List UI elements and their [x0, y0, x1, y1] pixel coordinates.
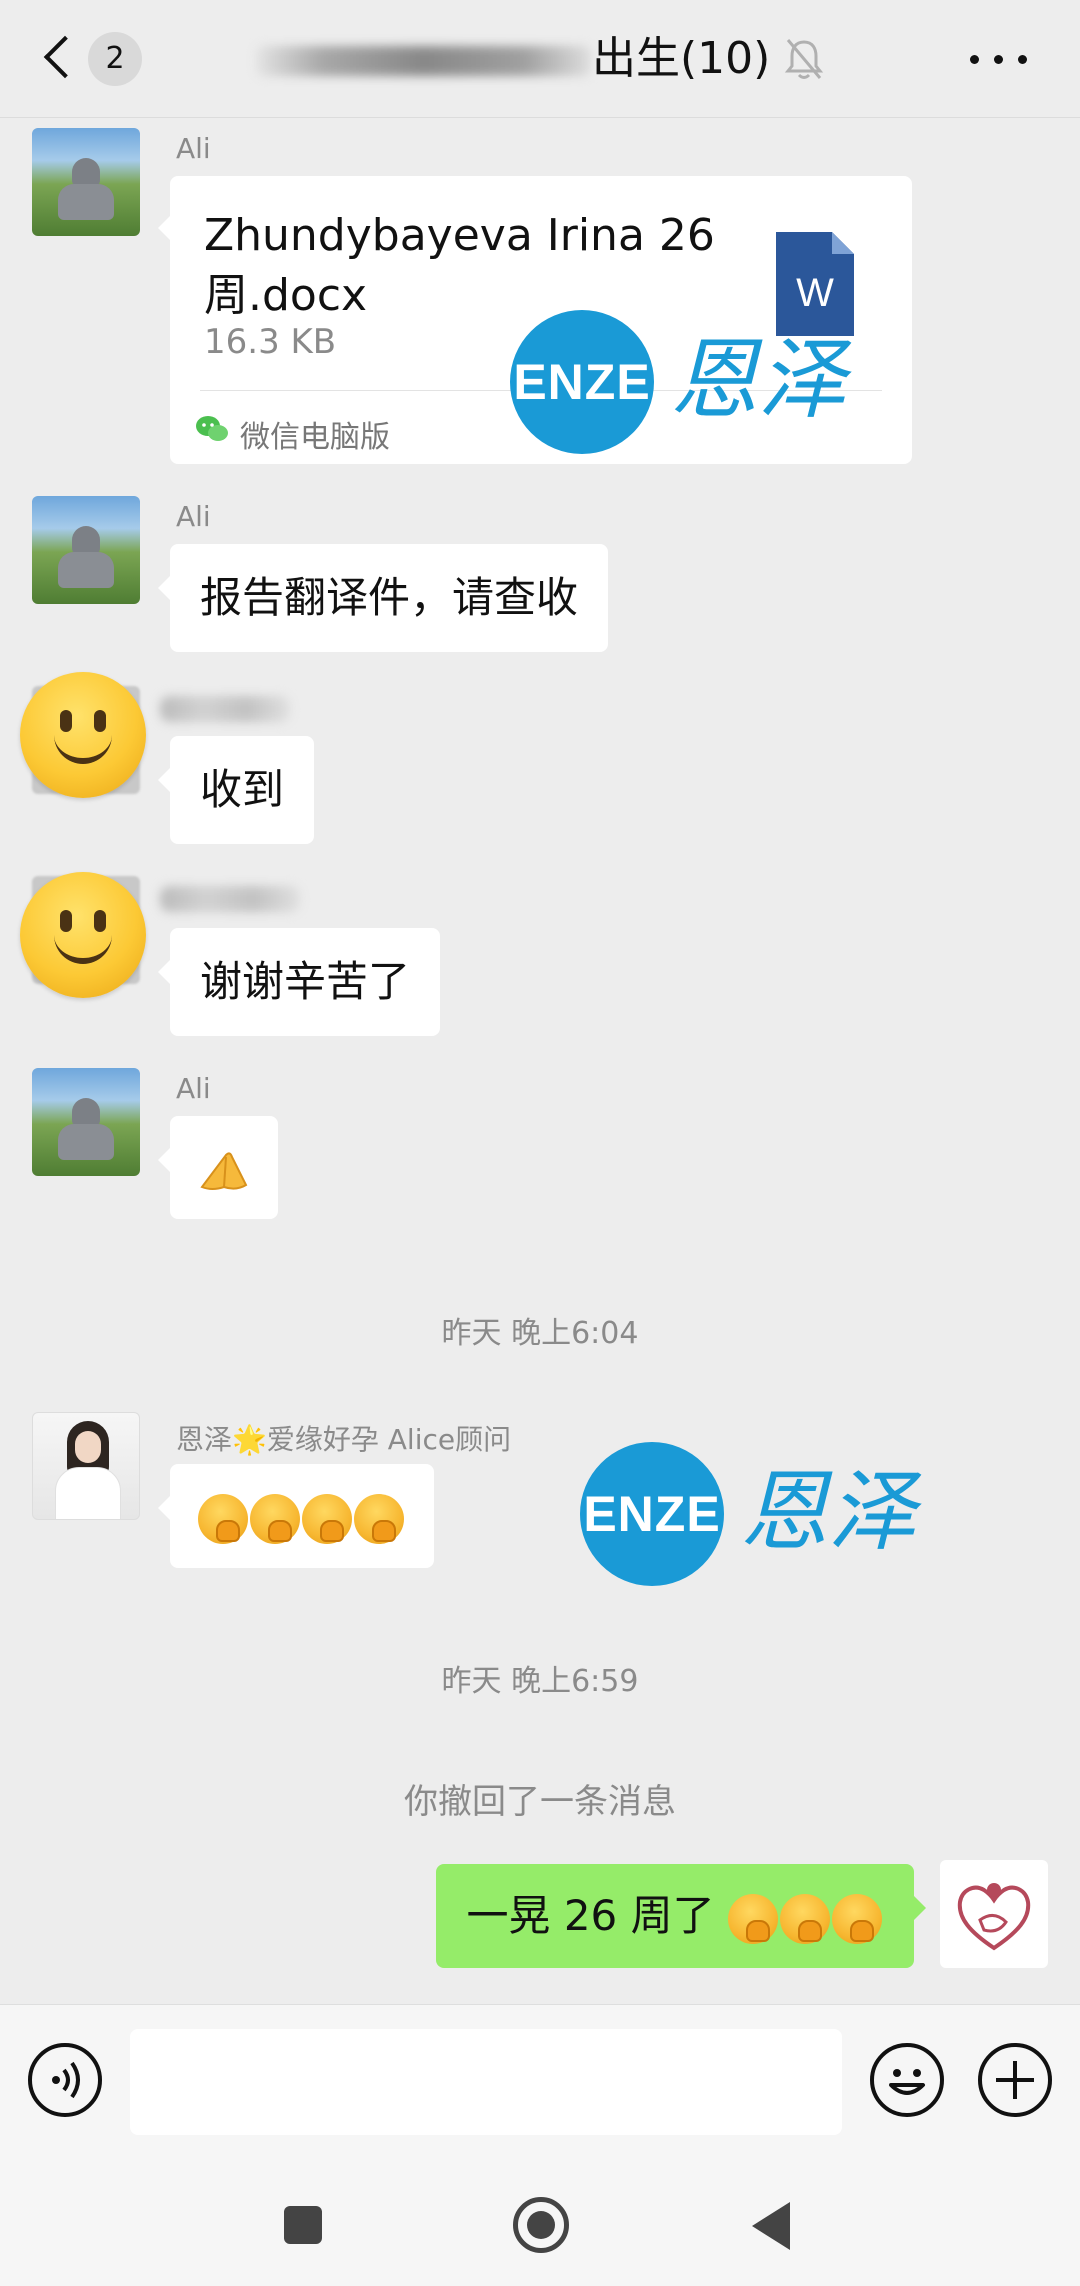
- back-chevron-icon: [43, 35, 87, 79]
- word-letter: W: [796, 271, 834, 315]
- voice-icon: [52, 2061, 80, 2099]
- smiley-sticker-icon: [20, 672, 146, 798]
- my-message-bubble[interactable]: 一晃 26 周了: [436, 1864, 926, 1968]
- avatar-ali[interactable]: [32, 1068, 140, 1176]
- file-size: 16.3 KB: [204, 322, 337, 362]
- avatar-dress: [55, 1467, 121, 1519]
- sender-name-redacted: [160, 696, 290, 722]
- message-bubble[interactable]: 收到: [157, 736, 315, 844]
- wechat-icon: [196, 416, 228, 441]
- timestamp: 昨天 晚上6:59: [441, 1664, 639, 1699]
- enze-logo-circle: ENZE: [580, 1442, 724, 1586]
- emoji-bubble[interactable]: [158, 1116, 278, 1219]
- message-bubble[interactable]: 谢谢辛苦了: [157, 928, 441, 1036]
- chat-title-text: 出生(10): [592, 33, 771, 84]
- plus-button[interactable]: [978, 2043, 1052, 2117]
- avatar-figure-body: [58, 552, 114, 588]
- smiley-sticker-icon: [20, 872, 146, 998]
- sender-name-redacted: [160, 886, 300, 912]
- pray-emoji-icon: [200, 1151, 248, 1190]
- bell-muted-icon: [784, 39, 824, 79]
- hand-over-mouth-emoji-icon: [354, 1493, 404, 1544]
- back-button[interactable]: 2: [30, 24, 170, 94]
- file-name: Zhundybayeva Irina 26周.docx: [204, 210, 715, 321]
- smiley-eye: [60, 710, 72, 732]
- timestamp: 昨天 晚上6:04: [441, 1316, 639, 1351]
- hand-over-mouth-emoji-icon: [302, 1493, 352, 1544]
- avatar-figure-body: [58, 184, 114, 220]
- hand-over-mouth-emoji-icon: [198, 1493, 248, 1544]
- emoji-icon: [889, 2069, 925, 2095]
- hand-over-mouth-emoji-icon: [832, 1893, 882, 1944]
- enze-watermark: ENZE 恩泽: [510, 310, 850, 460]
- avatar-figure-body: [58, 1124, 114, 1160]
- recent-apps-button[interactable]: [284, 2206, 322, 2244]
- sender-name: 恩泽🌟爱缘好孕 Alice顾问: [176, 1423, 512, 1456]
- hand-over-mouth-emoji-icon: [780, 1893, 830, 1944]
- more-dot: [994, 55, 1003, 64]
- back-nav-button[interactable]: [752, 2202, 790, 2250]
- avatar-alice[interactable]: [32, 1412, 140, 1520]
- title-redacted: [256, 46, 591, 76]
- chat-header: 2 出生(10): [0, 0, 1080, 118]
- emoji-bubble[interactable]: [158, 1464, 434, 1568]
- more-button[interactable]: [968, 34, 1038, 84]
- message-input[interactable]: [130, 2029, 842, 2135]
- avatar-face: [75, 1431, 101, 1463]
- smiley-eye: [94, 710, 106, 732]
- smiley-eye: [94, 910, 106, 932]
- sender-name: Ali: [176, 132, 211, 165]
- smiley-mouth: [54, 934, 112, 964]
- enze-watermark: ENZE 恩泽: [580, 1442, 920, 1592]
- avatar-ali[interactable]: [32, 128, 140, 236]
- sender-name: Ali: [176, 1072, 211, 1105]
- more-dot: [1018, 55, 1027, 64]
- input-bar: [0, 2004, 1080, 2154]
- recall-notice: 你撤回了一条消息: [404, 1782, 676, 1822]
- voice-button[interactable]: [28, 2043, 102, 2117]
- enze-logo-chinese: 恩泽: [670, 328, 847, 431]
- system-nav-bar: [0, 2154, 1080, 2286]
- file-source-label: 微信电脑版: [240, 420, 390, 455]
- home-button[interactable]: [513, 2197, 569, 2253]
- smiley-eye: [60, 910, 72, 932]
- my-message-text: 一晃 26 周了: [466, 1891, 715, 1940]
- more-dot: [970, 55, 979, 64]
- message-bubble[interactable]: 报告翻译件，请查收: [157, 544, 609, 652]
- unread-count-badge: 2: [88, 32, 142, 86]
- hand-over-mouth-emoji-icon: [728, 1893, 778, 1944]
- emoji-button[interactable]: [870, 2043, 944, 2117]
- avatar-ali[interactable]: [32, 496, 140, 604]
- smiley-mouth: [54, 734, 112, 764]
- sender-name: Ali: [176, 500, 211, 533]
- plus-icon: [996, 2061, 1034, 2099]
- chat-title: 出生(10): [256, 24, 856, 94]
- enze-logo-circle: ENZE: [510, 310, 654, 454]
- heart-logo-icon: [957, 1883, 1031, 1951]
- hand-over-mouth-emoji-icon: [250, 1493, 300, 1544]
- avatar-self[interactable]: [940, 1860, 1048, 1968]
- enze-logo-chinese: 恩泽: [740, 1460, 917, 1563]
